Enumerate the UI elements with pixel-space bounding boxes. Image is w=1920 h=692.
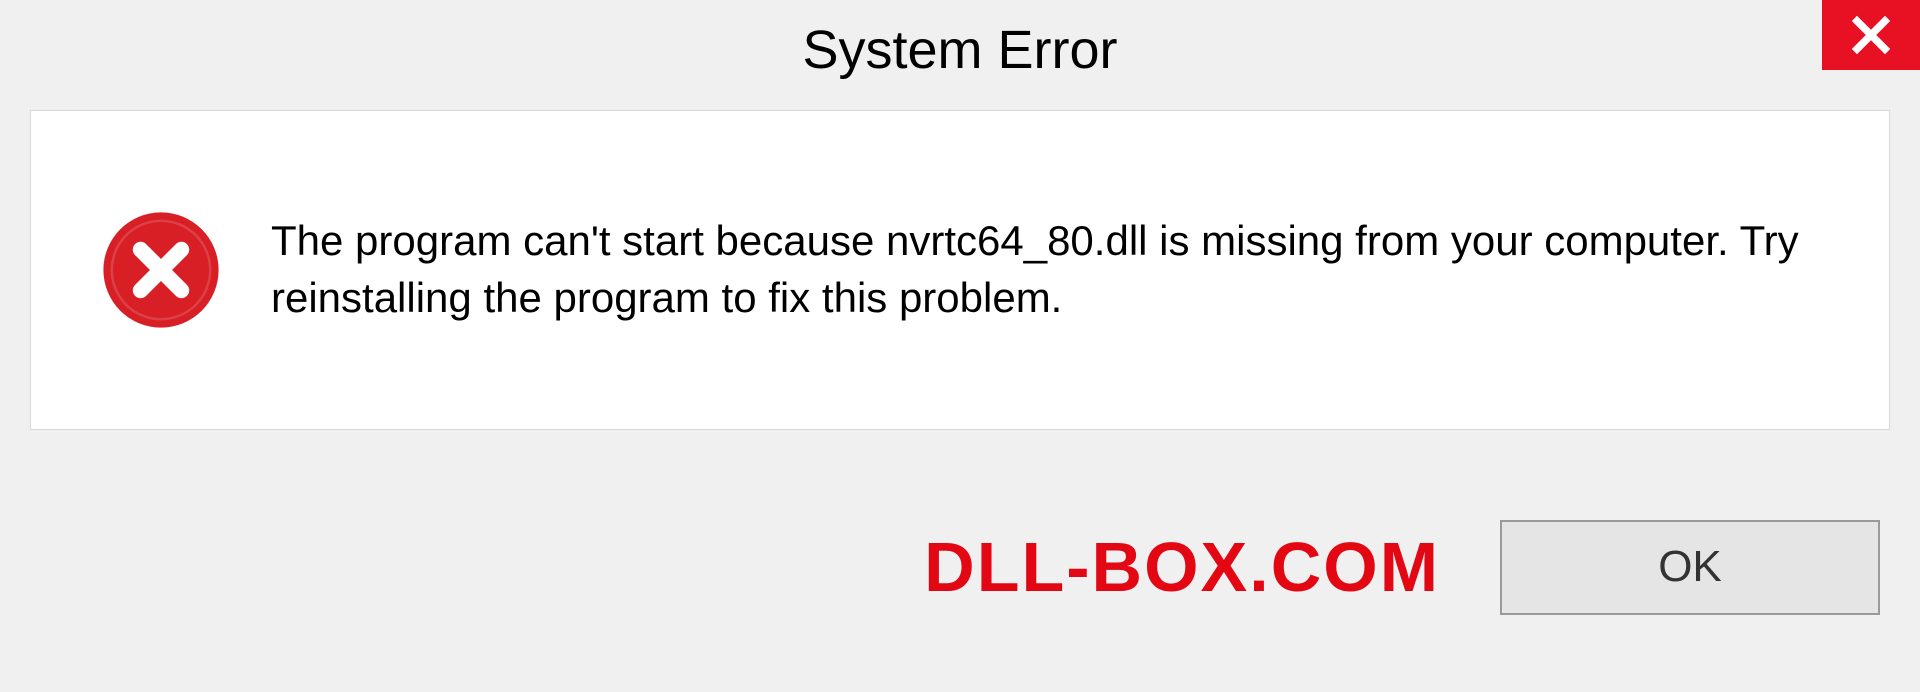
watermark-text: DLL-BOX.COM <box>924 527 1440 607</box>
dialog-footer: DLL-BOX.COM OK <box>0 462 1920 692</box>
ok-button[interactable]: OK <box>1500 520 1880 615</box>
close-button[interactable] <box>1822 0 1920 70</box>
titlebar: System Error <box>0 0 1920 100</box>
dialog-title: System Error <box>802 19 1117 81</box>
content-panel: The program can't start because nvrtc64_… <box>30 110 1890 430</box>
error-icon <box>101 210 221 330</box>
error-message: The program can't start because nvrtc64_… <box>271 213 1829 326</box>
close-icon <box>1850 14 1892 56</box>
